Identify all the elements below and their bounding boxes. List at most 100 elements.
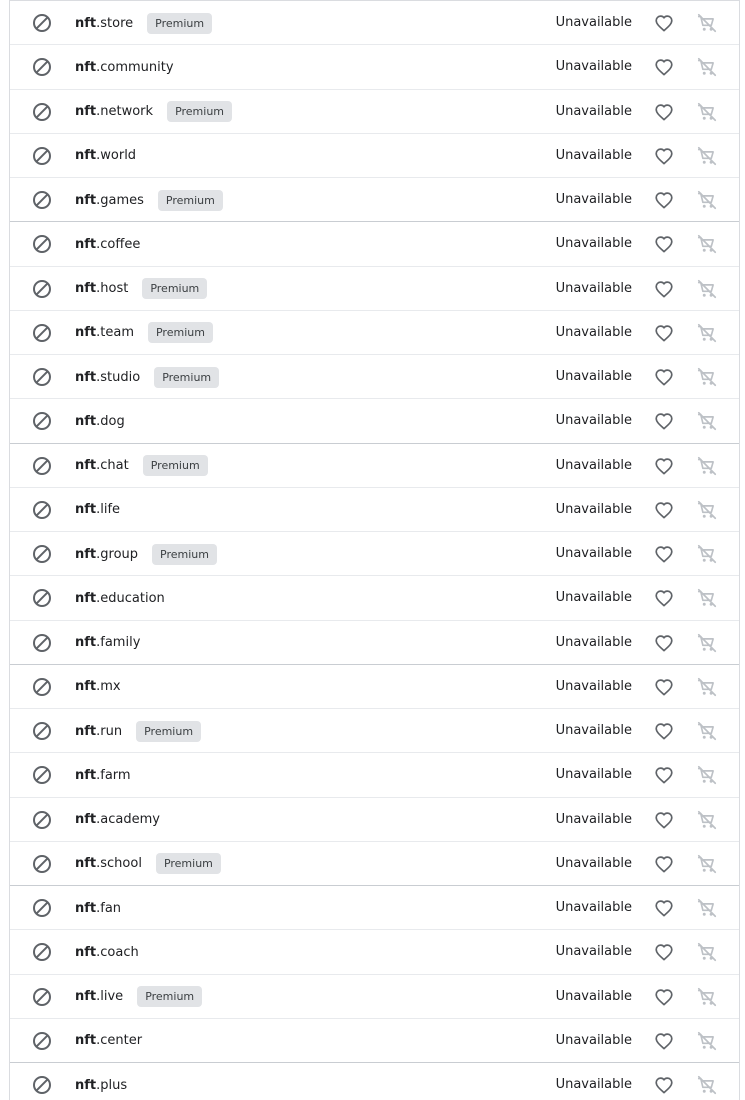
remove-shopping-cart-icon [696,233,718,255]
remove-shopping-cart-icon [696,499,718,521]
domain-row-23: nft .center Unavailable [10,1019,739,1063]
remove-shopping-cart-icon [696,941,718,963]
domain-results-list: nft .store Premium Unavailable nft .communi… [9,0,740,1100]
heart-outline-icon[interactable] [653,12,675,34]
block-icon [32,234,52,254]
availability-status: Unavailable [555,280,632,296]
heart-outline-icon[interactable] [653,1074,675,1096]
domain-name: nft .group Premium [75,532,217,576]
domain-name: nft .live Premium [75,975,203,1019]
block-icon [32,721,52,741]
domain-sld: nft [75,635,97,650]
heart-outline-icon[interactable] [653,499,675,521]
domain-name: nft .family [75,621,140,665]
domain-row-7: nft .team Premium Unavailable [10,311,739,355]
domain-name: nft .network Premium [75,90,233,134]
domain-sld: nft [75,458,97,473]
remove-shopping-cart-icon [696,56,718,78]
heart-outline-icon[interactable] [653,56,675,78]
domain-row-6: nft .host Premium Unavailable [10,267,739,311]
premium-badge: Premium [136,720,202,742]
heart-outline-icon[interactable] [653,322,675,344]
domain-name: nft .school Premium [75,842,221,886]
domain-tld: .store [96,15,134,31]
domain-name: nft .plus [75,1063,127,1100]
heart-outline-icon[interactable] [653,587,675,609]
domain-tld: .studio [96,369,141,385]
remove-shopping-cart-icon [696,322,718,344]
remove-shopping-cart-icon [696,12,718,34]
domain-row-10: nft .chat Premium Unavailable [10,444,739,488]
domain-row-0: nft .store Premium Unavailable [10,1,739,46]
domain-tld: .chat [96,458,129,473]
domain-row-18: nft .academy Unavailable [10,798,739,842]
availability-status: Unavailable [555,192,632,207]
heart-outline-icon[interactable] [653,278,675,300]
domain-tld: .team [96,325,134,341]
availability-status: Unavailable [555,723,632,738]
heart-outline-icon[interactable] [653,764,675,786]
heart-outline-icon[interactable] [653,853,675,875]
domain-row-15: nft .mx Unavailable [10,665,739,709]
domain-tld: .games [96,192,144,208]
domain-sld: nft [75,723,97,739]
premium-badge: Premium [147,322,213,344]
domain-sld: nft [75,413,97,429]
heart-outline-icon[interactable] [653,145,675,167]
heart-outline-icon[interactable] [653,101,675,123]
premium-badge: Premium [154,366,220,388]
heart-outline-icon[interactable] [653,897,675,919]
availability-status: Unavailable [555,457,632,473]
block-icon [32,500,52,520]
domain-name: nft .chat Premium [75,444,208,488]
remove-shopping-cart-icon [696,897,718,919]
domain-sld: nft [75,281,97,296]
domain-sld: nft [75,325,97,341]
domain-sld: nft [75,236,97,252]
domain-sld: nft [75,148,97,164]
domain-sld: nft [75,767,97,783]
heart-outline-icon[interactable] [653,543,675,565]
heart-outline-icon[interactable] [653,455,675,477]
heart-outline-icon[interactable] [653,986,675,1008]
domain-row-11: nft .life Unavailable [10,488,739,532]
premium-badge: Premium [157,189,223,211]
domain-tld: .coach [96,944,139,960]
block-icon [32,677,52,697]
domain-name: nft .coffee [75,222,140,266]
domain-name: nft .run Premium [75,709,202,753]
domain-tld: .life [96,502,121,518]
heart-outline-icon[interactable] [653,233,675,255]
domain-name: nft .host Premium [75,267,208,311]
domain-row-13: nft .education Unavailable [10,576,739,621]
block-icon [32,942,52,962]
heart-outline-icon[interactable] [653,632,675,654]
domain-tld: .host [96,281,129,296]
heart-outline-icon[interactable] [653,1030,675,1052]
domain-tld: .farm [96,767,131,783]
heart-outline-icon[interactable] [653,366,675,388]
heart-outline-icon[interactable] [653,809,675,831]
block-icon [32,323,52,343]
domain-tld: .education [96,590,165,606]
remove-shopping-cart-icon [696,809,718,831]
domain-tld: .group [96,546,139,562]
block-icon [32,854,52,874]
heart-outline-icon[interactable] [653,410,675,432]
domain-sld: nft [75,812,97,827]
domain-row-14: nft .family Unavailable [10,621,739,665]
domain-name: nft .fan [75,886,121,930]
domain-row-19: nft .school Premium Unavailable [10,842,739,886]
block-icon [32,57,52,77]
domain-name: nft .coach [75,930,139,974]
remove-shopping-cart-icon [696,189,718,211]
heart-outline-icon[interactable] [653,720,675,742]
domain-tld: .community [96,59,174,75]
domain-tld: .live [96,989,124,1004]
block-icon [32,367,52,387]
heart-outline-icon[interactable] [653,189,675,211]
domain-sld: nft [75,590,97,606]
heart-outline-icon[interactable] [653,941,675,963]
heart-outline-icon[interactable] [653,676,675,698]
remove-shopping-cart-icon [696,853,718,875]
